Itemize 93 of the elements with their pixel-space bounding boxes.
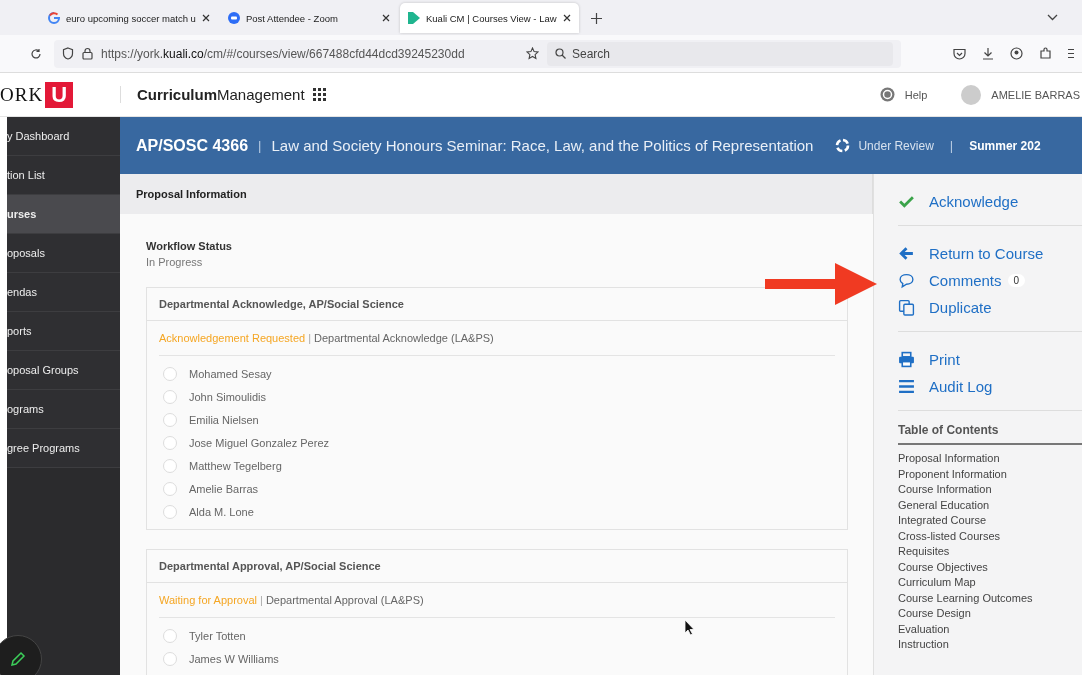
reload-icon[interactable] [30, 47, 42, 60]
sidebar-item[interactable]: oposal Groups [7, 351, 120, 390]
sidebar-item[interactable]: y Dashboard [7, 117, 120, 156]
sidebar-item[interactable]: ports [7, 312, 120, 351]
person-name: Alda M. Lone [189, 505, 254, 518]
action-link[interactable]: Return to Course [898, 240, 1044, 267]
toc-link[interactable]: Integrated Course [898, 513, 1082, 529]
toc-link[interactable]: General Education [898, 497, 1082, 513]
ring-logo-icon [48, 12, 60, 24]
pocket-icon[interactable] [953, 47, 966, 60]
toc-link[interactable]: Course Objectives [898, 559, 1082, 575]
toc-link[interactable]: Cross-listed Courses [898, 528, 1082, 544]
sidebar-item[interactable]: oposals [7, 234, 120, 273]
person-name: Matthew Tegelberg [189, 459, 282, 472]
toc-link[interactable]: Requisites [898, 544, 1082, 560]
account-icon[interactable] [1010, 47, 1023, 60]
action-link[interactable]: Comments [898, 267, 1002, 294]
count-badge: 0 [1007, 274, 1026, 287]
printer-icon [898, 351, 915, 368]
spinner-icon [835, 138, 851, 153]
toc-link[interactable]: Curriculum Map [898, 575, 1082, 591]
logo-text: ORK [0, 83, 44, 106]
search-icon [555, 48, 566, 59]
action-link[interactable]: Audit Log [898, 373, 993, 400]
mouse-pointer-icon [685, 620, 695, 636]
person-name: Jose Miguel Gonzalez Perez [189, 436, 329, 449]
toc-link[interactable]: Course Design [898, 606, 1082, 622]
person-name: Amelie Barras [189, 482, 259, 495]
user-name[interactable]: AMELIE BARRAS [991, 88, 1080, 101]
lock-icon[interactable] [82, 47, 93, 60]
toc-title: Table of Contents [898, 411, 1082, 445]
toc-link[interactable]: Instruction [898, 637, 1082, 653]
field-value: In Progress [146, 256, 204, 268]
person-name: Tyler Totten [189, 629, 246, 642]
person-name: John Simoulidis [189, 390, 267, 403]
plus-icon[interactable] [590, 13, 602, 24]
action-link[interactable]: Acknowledge [898, 188, 1019, 215]
chevron-down-icon[interactable] [1047, 14, 1058, 21]
menu-icon[interactable] [1068, 48, 1074, 59]
sidebar-item[interactable]: endas [7, 273, 120, 312]
close-icon[interactable] [382, 14, 390, 22]
browser-tab[interactable]: euro upcoming soccer match u [40, 3, 218, 33]
pencil-icon [10, 651, 26, 667]
field-label: Workflow Status [146, 240, 233, 252]
close-icon[interactable] [562, 14, 571, 22]
shield-icon[interactable] [62, 47, 74, 60]
list-icon [898, 378, 915, 395]
star-icon[interactable] [526, 47, 539, 60]
download-icon[interactable] [982, 47, 994, 60]
step-status: Waiting for Approval [159, 594, 258, 606]
separator: | [308, 332, 311, 344]
sidebar-item[interactable]: gree Programs [7, 429, 120, 468]
speech-bubble-icon [898, 272, 915, 289]
url-field[interactable]: https://york.kuali.co/cm/#/courses/view/667488cfd44dcd39245230dd [101, 46, 465, 61]
separator: | [258, 138, 262, 153]
course-title: Law and Society Honours Seminar: Race, Law, and the Politics of Representation [271, 137, 814, 154]
step-role: Departmental Acknowledge (LA&PS) [314, 332, 494, 344]
toc-link[interactable]: Course Learning Outcomes [898, 590, 1082, 606]
section-title: Proposal Information [120, 174, 873, 214]
chevron-logo-icon [408, 12, 420, 24]
close-icon[interactable] [202, 14, 210, 22]
toc-link[interactable]: Course Information [898, 482, 1082, 498]
copy-icon [898, 299, 915, 316]
sidebar-item[interactable]: urses [7, 195, 120, 234]
arrow-left-icon [898, 245, 915, 262]
round-logo-icon [228, 12, 240, 24]
step-status: Acknowledgement Requested [159, 332, 306, 344]
toc-link[interactable]: Evaluation [898, 621, 1082, 637]
browser-tab[interactable]: Post Attendee - Zoom [220, 3, 398, 33]
step-title: Departmental Approval, AP/Social Science [147, 550, 847, 583]
person-name: James W Williams [189, 652, 279, 665]
help-icon[interactable] [879, 87, 895, 102]
browser-tab[interactable]: Kuali CM | Courses View - Law [400, 3, 579, 33]
app-title: CurriculumManagement [137, 86, 305, 103]
action-link[interactable]: Duplicate [898, 294, 992, 321]
separator: | [949, 138, 954, 153]
extension-icon[interactable] [1039, 47, 1052, 60]
step-role: Departmental Approval (LA&PS) [265, 594, 424, 606]
sidebar-item[interactable]: tion List [7, 156, 120, 195]
action-link[interactable]: Print [898, 346, 960, 373]
toc-link[interactable]: Proponent Information [898, 466, 1082, 482]
course-code: AP/SOSC 4366 [136, 136, 249, 155]
help-link[interactable]: Help [904, 88, 928, 101]
sidebar-item[interactable]: ograms [7, 390, 120, 429]
search-field[interactable]: Search [547, 41, 893, 66]
person-name: Emilia Nielsen [189, 413, 259, 426]
logo-mark: U [45, 81, 73, 108]
grid-icon[interactable] [312, 88, 326, 101]
toc-link[interactable]: Proposal Information [898, 451, 1082, 467]
person-name: Mohamed Sesay [189, 367, 272, 380]
course-term: Summer 202 [969, 138, 1041, 153]
course-status: Under Review [858, 138, 934, 153]
separator: | [260, 594, 263, 606]
